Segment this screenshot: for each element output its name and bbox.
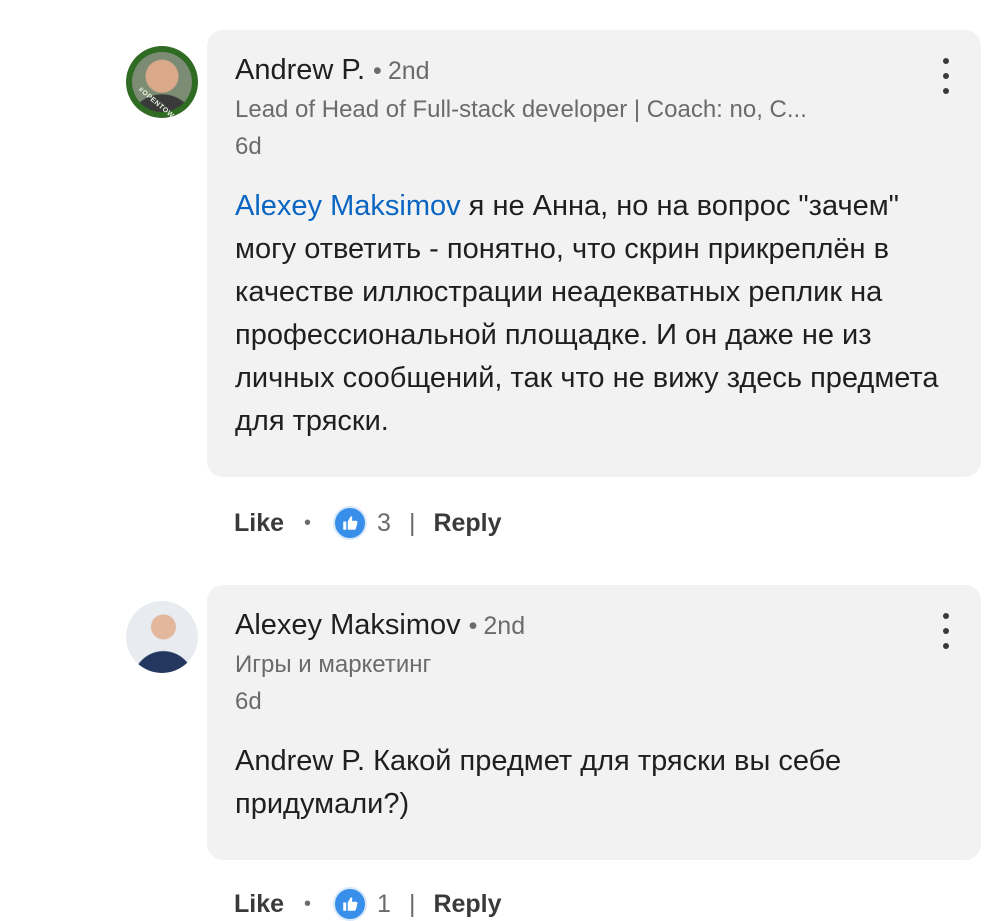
open-to-work-badge: #OPENTOWORK — [136, 86, 189, 118]
mention-link[interactable]: Alexey Maksimov — [235, 190, 461, 222]
connection-degree: • 2nd — [468, 612, 526, 640]
author-name[interactable]: Andrew P. — [235, 54, 365, 87]
comment-bubble: Andrew P. • 2nd Lead of Head of Full-stac… — [207, 30, 981, 477]
like-button[interactable]: Like — [234, 509, 284, 538]
reaction-count[interactable]: 1 — [377, 890, 391, 919]
comment-text: Alexey Maksimov я не Анна, но на вопрос … — [235, 190, 939, 437]
connection-degree: • 2nd — [373, 57, 430, 85]
thumbs-up-icon[interactable] — [333, 887, 368, 921]
like-button[interactable]: Like — [234, 890, 284, 919]
reply-button[interactable]: Reply — [433, 890, 501, 919]
divider: | — [408, 508, 416, 537]
author-headline: Lead of Head of Full-stack developer | C… — [235, 96, 807, 123]
author-headline: Игры и маркетинг — [235, 651, 432, 678]
avatar[interactable]: #OPENTOWORK — [126, 46, 198, 118]
divider: | — [408, 889, 416, 918]
more-vertical-icon[interactable] — [941, 58, 951, 94]
avatar[interactable] — [126, 601, 198, 673]
separator-dot: • — [304, 511, 312, 534]
comment-bubble: Alexey Maksimov • 2nd Игры и маркетинг 6d… — [207, 585, 981, 860]
author-row: Andrew P. • 2nd — [235, 54, 430, 87]
reaction-count[interactable]: 3 — [377, 509, 391, 538]
comment-text: Andrew P. Какой предмет для тряски вы се… — [235, 745, 842, 820]
reply-button[interactable]: Reply — [433, 509, 501, 538]
comment-actions: Like • 1 | Reply — [234, 887, 502, 921]
author-row: Alexey Maksimov • 2nd — [235, 609, 525, 642]
more-vertical-icon[interactable] — [941, 613, 951, 649]
comment-time: 6d — [235, 133, 262, 160]
separator-dot: • — [304, 892, 312, 915]
comment-time: 6d — [235, 688, 262, 715]
thumbs-up-icon[interactable] — [333, 506, 368, 540]
author-name[interactable]: Alexey Maksimov — [235, 609, 461, 642]
comment-actions: Like • 3 | Reply — [234, 506, 502, 540]
